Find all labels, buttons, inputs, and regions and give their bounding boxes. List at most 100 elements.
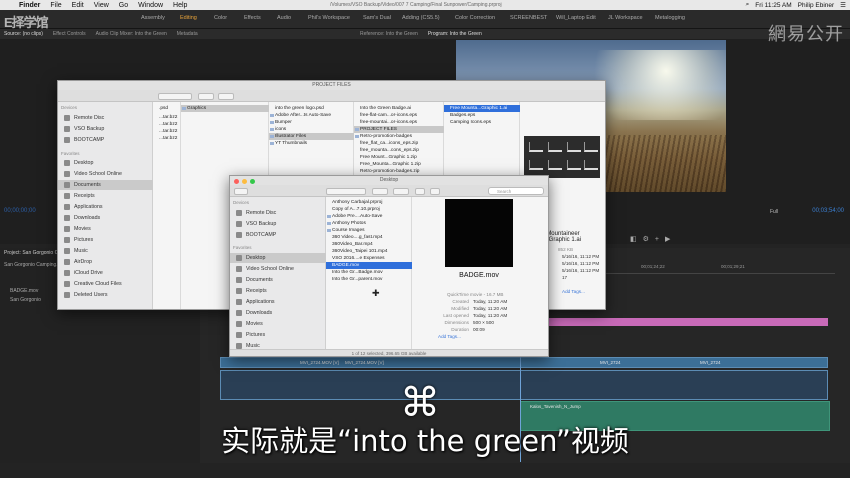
file-item[interactable]: Anthony Carbajal.prproj xyxy=(326,199,412,206)
tab-effect-controls[interactable]: Effect Controls xyxy=(53,31,86,37)
folder-item[interactable]: icons xyxy=(269,126,354,133)
sidebar-item[interactable]: Applications xyxy=(58,202,153,212)
sidebar-item[interactable]: Remote Disc xyxy=(230,208,326,218)
folder-item-selected[interactable]: PROJECT FILES xyxy=(354,126,444,133)
workspace-tab-active[interactable]: Editing xyxy=(180,15,197,21)
menu-file[interactable]: File xyxy=(45,2,66,9)
file-item-selected[interactable]: BADGE.mov xyxy=(326,262,412,269)
file-item[interactable]: ...tar.bz2 xyxy=(153,135,181,142)
workspace-tab[interactable]: Color Correction xyxy=(455,15,495,21)
file-item[interactable]: free_mounta...cons_eps.zip xyxy=(354,147,444,154)
file-item[interactable]: Into the Green Badge.ai xyxy=(354,105,444,112)
workspace-tab[interactable]: JL Workspace xyxy=(608,15,643,21)
sidebar-item[interactable]: Video School Online xyxy=(58,169,153,179)
sidebar-item[interactable]: Pictures xyxy=(58,235,153,245)
project-item[interactable]: BADGE.mov xyxy=(10,288,38,294)
sidebar-item[interactable]: Movies xyxy=(230,319,326,329)
file-item[interactable]: VSO 2016....e Expenses xyxy=(326,255,412,262)
sidebar-item[interactable]: Applications xyxy=(230,297,326,307)
sidebar-item[interactable]: Remote Disc xyxy=(58,113,153,123)
workspace-tab[interactable]: SCREENBEST xyxy=(510,15,547,21)
search-input[interactable]: Search xyxy=(488,187,544,195)
minimize-icon[interactable] xyxy=(242,179,247,184)
folder-item[interactable]: Retro-promotion-badges xyxy=(354,133,444,140)
file-item[interactable]: 360Video_Bar.mp4 xyxy=(326,241,412,248)
sidebar-item[interactable]: Creative Cloud Files xyxy=(58,279,153,289)
file-item[interactable]: 360Video_Taipei 101.mp4 xyxy=(326,248,412,255)
list-icon[interactable]: ☰ xyxy=(840,1,846,9)
sidebar-item[interactable]: Documents xyxy=(230,275,326,285)
menu-finder[interactable]: Finder xyxy=(14,2,45,9)
search-icon[interactable]: ⌕ xyxy=(746,1,750,9)
pink-clip[interactable] xyxy=(548,318,828,326)
play-icon[interactable]: ▶ xyxy=(665,236,676,243)
sidebar-item[interactable]: Desktop xyxy=(58,158,153,168)
workspace-tab[interactable]: Sam's Dual xyxy=(363,15,391,21)
file-item[interactable]: Retro-promotion-badges.zip xyxy=(354,168,444,175)
sidebar-item[interactable]: Receipts xyxy=(230,286,326,296)
back-forward-buttons[interactable] xyxy=(234,188,248,195)
file-item[interactable]: free_flat_ca...icons_eps.zip xyxy=(354,140,444,147)
menu-clock[interactable]: Fri 11:25 AM xyxy=(755,2,791,9)
action-button[interactable] xyxy=(393,188,409,195)
file-item[interactable]: Camping Icons.eps xyxy=(444,119,520,126)
folder-item-selected[interactable]: Graphics xyxy=(181,105,269,112)
menu-help[interactable]: Help xyxy=(168,2,192,9)
sidebar-item[interactable]: Music xyxy=(58,246,153,256)
file-item[interactable]: Free_Mounta...Graphic 1.zip xyxy=(354,161,444,168)
menu-user[interactable]: Philip Ebiner xyxy=(798,2,835,9)
arrange-button[interactable] xyxy=(372,188,388,195)
sidebar-item-selected[interactable]: Documents xyxy=(58,180,153,190)
view-mode-buttons[interactable] xyxy=(326,188,366,195)
menu-window[interactable]: Window xyxy=(133,2,168,9)
workspace-tab[interactable]: Audio xyxy=(277,15,291,21)
sidebar-item[interactable]: Receipts xyxy=(58,191,153,201)
action-button[interactable] xyxy=(218,93,234,100)
folder-item[interactable]: Anthony Photos xyxy=(326,220,412,227)
fit-dropdown[interactable]: Full xyxy=(770,209,778,215)
sidebar-item[interactable]: Movies xyxy=(58,224,153,234)
sidebar-item[interactable]: iCloud Drive xyxy=(58,268,153,278)
project-item[interactable]: San Gorgonio xyxy=(10,297,41,303)
sidebar-item[interactable]: Video School Online xyxy=(230,264,326,274)
arrange-button[interactable] xyxy=(198,93,214,100)
add-tags-link[interactable]: Add Tags... xyxy=(438,334,461,339)
workspace-tab[interactable]: Metalogging xyxy=(655,15,685,21)
workspace-tab[interactable]: Adding (CS5.5) xyxy=(402,15,440,21)
file-item[interactable]: free-flat-cam...or-icons.eps xyxy=(354,112,444,119)
file-item[interactable]: .psd xyxy=(153,105,181,112)
file-item[interactable]: Copy of A...7.10.prproj xyxy=(326,206,412,213)
sidebar-item[interactable]: AirDrop xyxy=(58,257,153,267)
view-mode-buttons[interactable] xyxy=(158,93,192,100)
file-item[interactable]: ...tar.bz2 xyxy=(153,114,181,121)
sidebar-item[interactable]: Downloads xyxy=(230,308,326,318)
plus-icon[interactable]: + xyxy=(655,236,665,243)
sidebar-item[interactable]: BOOTCAMP xyxy=(58,135,153,145)
workspace-tab[interactable]: Color xyxy=(214,15,227,21)
file-item[interactable]: Badges.eps xyxy=(444,112,520,119)
tab-reference[interactable]: Reference: Into the Green xyxy=(360,31,418,37)
audio-clip-track[interactable] xyxy=(220,370,828,400)
menu-go[interactable]: Go xyxy=(114,2,133,9)
file-item[interactable]: Into the Gr...Badge.mov xyxy=(326,269,412,276)
sidebar-item[interactable]: VSO Backup xyxy=(230,219,326,229)
folder-item[interactable]: Bumper xyxy=(269,119,354,126)
add-tags-link[interactable]: Add Tags... xyxy=(562,289,585,294)
zoom-icon[interactable] xyxy=(250,179,255,184)
file-item[interactable]: 360 Video....g_fast.mp4 xyxy=(326,234,412,241)
sidebar-item[interactable]: Downloads xyxy=(58,213,153,223)
sidebar-item[interactable]: Pictures xyxy=(230,330,326,340)
sidebar-item[interactable]: Deleted Users xyxy=(58,290,153,300)
file-item[interactable]: Into the Gr...parent.mov xyxy=(326,276,412,283)
tab-metadata[interactable]: Metadata xyxy=(177,31,198,37)
file-item[interactable]: ...tar.bz2 xyxy=(153,128,181,135)
folder-item[interactable]: Adobe Pre....Auto-Save xyxy=(326,213,412,220)
file-item[interactable]: Free Mount...Graphic 1.zip xyxy=(354,154,444,161)
folder-item[interactable]: Course Images xyxy=(326,227,412,234)
menu-view[interactable]: View xyxy=(89,2,114,9)
menu-edit[interactable]: Edit xyxy=(67,2,89,9)
workspace-tab[interactable]: Phil's Workspace xyxy=(308,15,350,21)
workspace-tab[interactable]: Will_Laptop Edit xyxy=(556,15,596,21)
workspace-tab[interactable]: Effects xyxy=(244,15,261,21)
folder-item[interactable]: YT Thumbnails xyxy=(269,140,354,147)
